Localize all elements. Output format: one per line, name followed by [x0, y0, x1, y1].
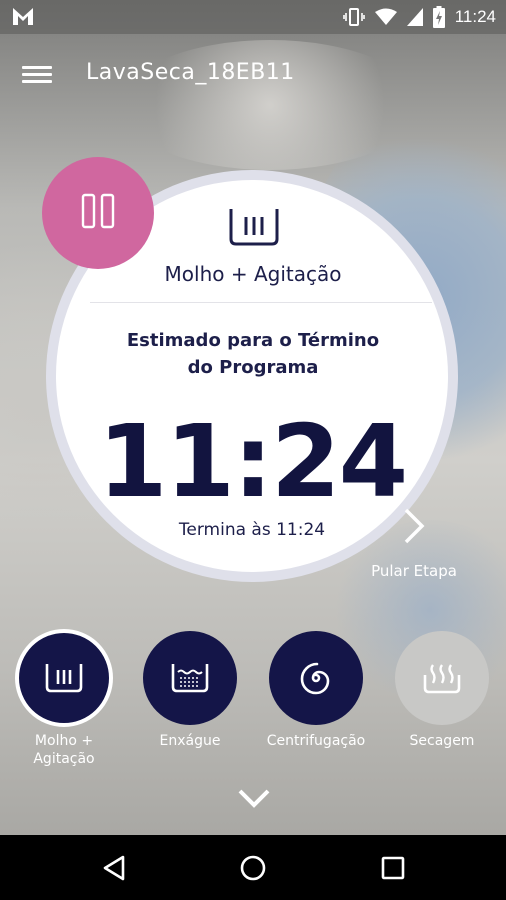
soak-agitate-icon: [45, 664, 83, 693]
pause-icon: [81, 193, 115, 229]
step-label: Centrifugação: [266, 733, 366, 749]
step-label: Enxágue: [159, 733, 221, 749]
rinse-icon: [171, 664, 209, 693]
step-disc: [395, 631, 489, 725]
pause-button[interactable]: [42, 157, 154, 269]
status-bar: 11:24: [0, 0, 506, 34]
ends-at-text: Termina às 11:24: [178, 520, 326, 540]
app-title: LavaSeca_18EB11: [86, 60, 295, 85]
step-selector: Molho + Agitação Enxágue Centrifugação S…: [0, 628, 506, 778]
chevron-right-icon[interactable]: [402, 506, 426, 546]
step-disc: [269, 631, 363, 725]
step-label-line1: Molho +: [34, 733, 94, 749]
spin-icon: [300, 662, 330, 695]
estimate-label-line1: Estimado para o Término: [126, 330, 380, 351]
step-label: Secagem: [409, 733, 475, 749]
step-label-line2: Agitação: [33, 751, 95, 767]
recents-icon[interactable]: [363, 847, 423, 889]
step-disc: [15, 629, 113, 727]
step-label: Molho + Agitação: [2, 732, 126, 768]
soak-agitate-icon: [229, 209, 279, 246]
back-icon[interactable]: [83, 847, 143, 889]
hamburger-menu-icon[interactable]: [22, 62, 56, 92]
status-time: 11:24: [454, 7, 496, 26]
gmail-m-icon: [13, 8, 33, 25]
chevron-down-icon[interactable]: [237, 786, 271, 810]
divider: [90, 302, 432, 303]
step-disc: [143, 631, 237, 725]
drying-icon: [423, 664, 461, 694]
skip-step-button[interactable]: Pular Etapa: [362, 562, 466, 580]
battery-charging-icon: [432, 6, 445, 28]
estimate-label-line2: do Programa: [187, 357, 319, 378]
vibrate-icon: [342, 8, 365, 26]
home-icon[interactable]: [223, 847, 283, 889]
system-nav-bar: [0, 835, 506, 900]
wifi-icon: [374, 8, 397, 25]
estimated-end-time: 11:24: [97, 403, 408, 520]
app-bar: LavaSeca_18EB11: [0, 34, 506, 120]
estimate-label: Estimado para o Término do Programa: [90, 327, 416, 381]
signal-icon: [406, 8, 423, 26]
